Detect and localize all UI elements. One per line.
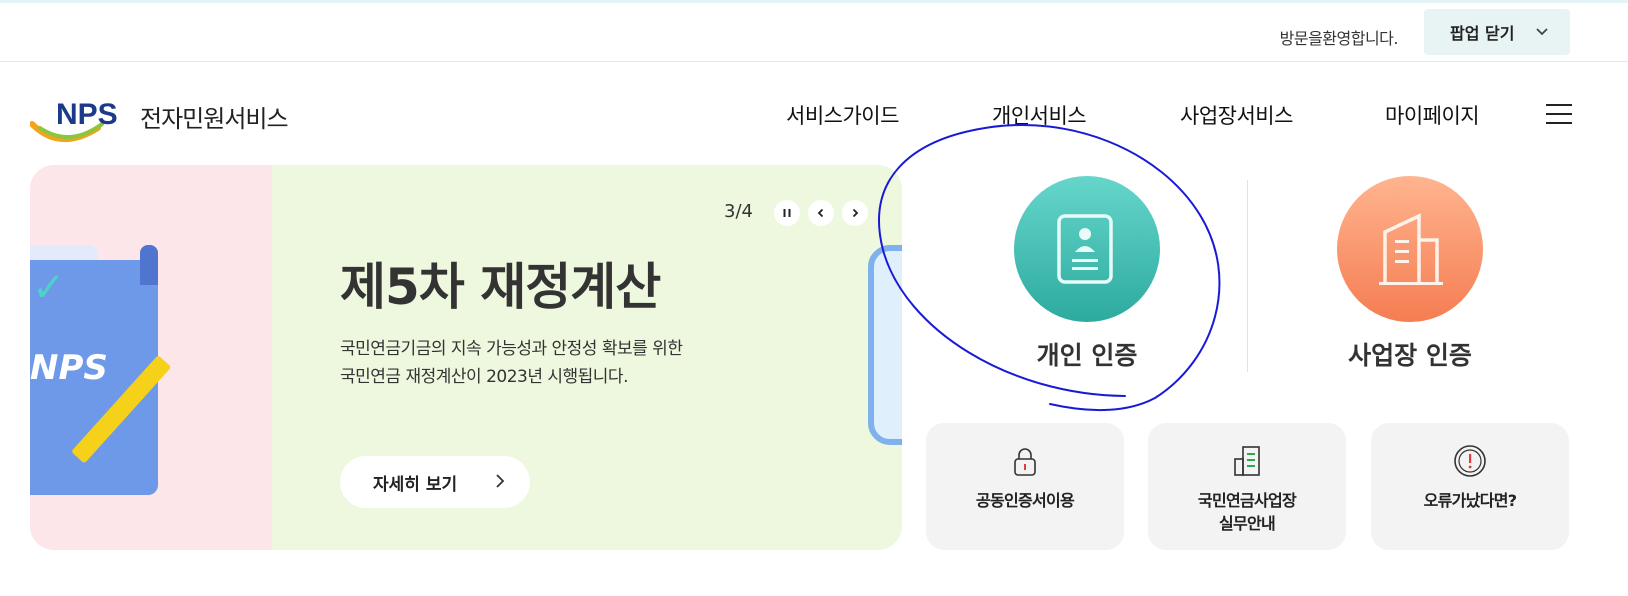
nps-logo-icon: NPS [29, 94, 132, 146]
nav-service-guide[interactable]: 서비스가이드 [786, 100, 899, 130]
chevron-left-icon [817, 208, 824, 218]
chevron-down-icon [1536, 25, 1549, 39]
nav-business-service[interactable]: 사업장서비스 [1180, 100, 1293, 130]
popup-close-button[interactable]: 팝업 닫기 [1424, 9, 1570, 55]
lock-icon [1007, 443, 1043, 479]
personal-auth-label: 개인 인증 [1036, 341, 1138, 370]
workplace-guide-card[interactable]: 국민연금사업장 실무안내 [1148, 423, 1346, 550]
popup-close-label: 팝업 닫기 [1450, 24, 1515, 43]
chevron-right-icon [852, 208, 859, 218]
welcome-text: 방문을환영합니다. [1279, 29, 1399, 48]
business-auth-card[interactable]: 사업장 인증 [1300, 176, 1520, 376]
workplace-guide-line-1: 국민연금사업장 [1197, 491, 1297, 510]
view-details-label: 자세히 보기 [373, 474, 458, 495]
joint-certificate-card[interactable]: 공동인증서이용 [926, 423, 1124, 550]
nav-my-page[interactable]: 마이페이지 [1385, 100, 1480, 130]
building-icon [1337, 176, 1483, 322]
nav-personal-service[interactable]: 개인서비스 [992, 100, 1087, 130]
logo-title: 전자민원서비스 [140, 104, 289, 133]
next-slide-button[interactable] [842, 200, 868, 226]
logo-mark-text: NPS [56, 98, 118, 131]
personal-auth-card[interactable]: 개인 인증 [977, 176, 1197, 376]
pause-button[interactable] [774, 200, 800, 226]
slide-counter: 3/4 [724, 201, 753, 222]
document-nps-text: NPS [30, 348, 108, 388]
banner-description: 국민연금기금의 지속 가능성과 안정성 확보를 위한 국민연금 재정계산이 20… [340, 335, 683, 391]
banner-description-line-1: 국민연금기금의 지속 가능성과 안정성 확보를 위한 [340, 339, 683, 359]
workplace-guide-label: 국민연금사업장 실무안내 [1148, 489, 1346, 535]
banner-title: 제5차 재정계산 [340, 258, 661, 316]
prev-slide-button[interactable] [808, 200, 834, 226]
error-help-label: 오류가났다면? [1423, 491, 1517, 510]
view-details-button[interactable]: 자세히 보기 [340, 456, 530, 508]
banner-illustration-panel: ✓ NPS [30, 165, 272, 550]
auth-divider [1247, 180, 1248, 372]
site-logo[interactable]: NPS 전자민원서비스 [29, 94, 289, 146]
phone-illustration [868, 245, 902, 445]
checkmark-icon: ✓ [32, 265, 66, 311]
banner-description-line-2: 국민연금 재정계산이 2023년 시행됩니다. [340, 367, 628, 387]
error-help-card[interactable]: 오류가났다면? [1371, 423, 1569, 550]
workplace-guide-line-2: 실무안내 [1218, 514, 1276, 533]
personal-id-icon [1014, 176, 1160, 322]
document-curl [140, 245, 158, 285]
joint-certificate-label: 공동인증서이용 [975, 491, 1075, 510]
warning-icon [1452, 443, 1488, 479]
hamburger-menu-icon[interactable] [1546, 104, 1572, 126]
top-utility-bar: 방문을환영합니다. 팝업 닫기 [0, 0, 1628, 62]
main-banner: ✓ NPS 3/4 제5차 재정계산 국민연금기금의 지속 가능성과 안정성 확… [30, 165, 902, 550]
business-auth-label: 사업장 인증 [1348, 341, 1472, 370]
document-building-icon [1229, 443, 1265, 479]
pause-icon [783, 209, 791, 217]
chevron-right-icon [495, 473, 505, 492]
